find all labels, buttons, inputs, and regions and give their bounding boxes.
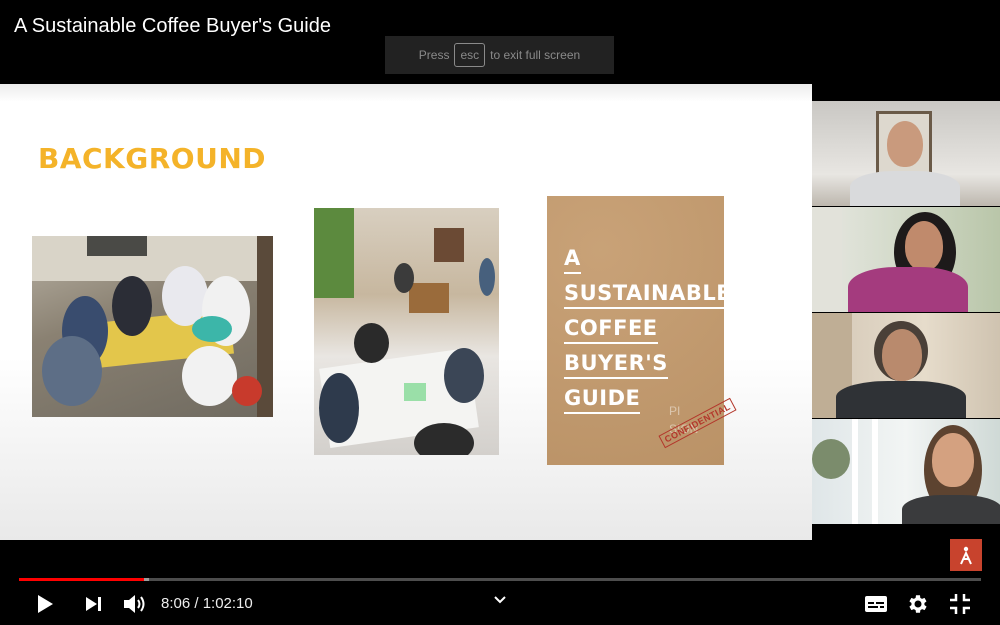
participant-tile-1[interactable] [812,101,1000,206]
presentation-slide: BACKGROUND A SUSTAINABLE COFFEE BUYER'S … [0,84,812,540]
participant-tile-4[interactable] [812,419,1000,524]
subtitles-icon [865,596,887,612]
video-title: A Sustainable Coffee Buyer's Guide [14,15,331,37]
participant-tile-2[interactable] [812,207,1000,312]
exit-fullscreen-button[interactable] [946,591,974,617]
play-icon [38,595,53,613]
exit-fullscreen-icon [950,594,970,614]
progress-played [19,578,145,581]
esc-key: esc [454,43,486,67]
participant-tile-3[interactable] [812,313,1000,418]
cover-title-line-3: COFFEE [564,314,658,344]
collapse-chevron[interactable] [490,590,510,610]
fullscreen-hint: Press esc to exit full screen [385,36,614,74]
channel-logo[interactable] [950,539,982,571]
next-icon [86,597,101,611]
play-button[interactable] [34,591,56,617]
cover-title: A SUSTAINABLE COFFEE BUYER'S GUIDE [564,244,732,419]
cover-title-line-2: SUSTAINABLE [564,279,732,309]
fullscreen-hint-before: Press [418,48,450,62]
settings-gear-icon [909,595,927,613]
next-button[interactable] [83,591,105,617]
workshop-photo-2 [314,208,499,455]
volume-button[interactable] [121,591,149,617]
slide-heading: BACKGROUND [38,142,267,175]
fullscreen-hint-after: to exit full screen [490,48,581,62]
volume-icon [124,595,145,613]
progress-bar[interactable] [19,578,981,581]
subtitles-button[interactable] [862,591,890,617]
time-display: 8:06 / 1:02:10 [161,595,253,612]
chevron-down-icon [494,596,506,604]
workshop-photo-1 [32,236,273,417]
cover-title-line-4: BUYER'S [564,349,668,379]
guide-cover: A SUSTAINABLE COFFEE BUYER'S GUIDE PI SI… [547,196,737,465]
cover-title-line-5: GUIDE [564,384,641,414]
settings-button[interactable] [904,591,932,617]
cover-title-line-1: A [564,244,581,274]
